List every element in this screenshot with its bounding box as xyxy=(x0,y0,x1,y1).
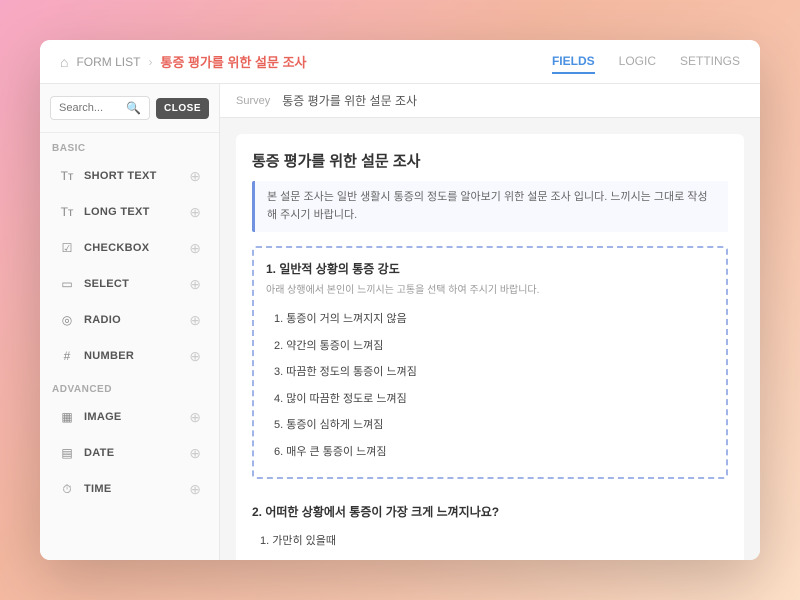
number-label: NUMBER xyxy=(84,350,134,362)
long-text-add-icon[interactable]: ⊕ xyxy=(189,205,201,219)
tab-logic[interactable]: LOGIC xyxy=(619,50,656,74)
image-add-icon[interactable]: ⊕ xyxy=(189,410,201,424)
select-add-icon[interactable]: ⊕ xyxy=(189,277,201,291)
field-item-radio[interactable]: ◎ RADIO ⊕ xyxy=(46,303,213,337)
question-1-title: 1. 일반적 상황의 통증 강도 xyxy=(266,260,714,277)
image-icon: ▦ xyxy=(58,408,76,426)
short-text-add-icon[interactable]: ⊕ xyxy=(189,169,201,183)
tab-fields[interactable]: FIELDS xyxy=(552,50,595,74)
tab-settings[interactable]: SETTINGS xyxy=(680,50,740,74)
radio-label: RADIO xyxy=(84,314,121,326)
field-item-checkbox[interactable]: ☑ CHECKBOX ⊕ xyxy=(46,231,213,265)
breadcrumb: ⌂ FORM LIST › 통증 평가를 위한 설문 조사 xyxy=(60,52,307,71)
long-text-label: LONG TEXT xyxy=(84,206,150,218)
field-item-long-text[interactable]: Tт LONG TEXT ⊕ xyxy=(46,195,213,229)
long-text-icon: Tт xyxy=(58,203,76,221)
app-window: ⌂ FORM LIST › 통증 평가를 위한 설문 조사 FIELDS LOG… xyxy=(40,40,760,560)
checkbox-add-icon[interactable]: ⊕ xyxy=(189,241,201,255)
current-form-title: 통증 평가를 위한 설문 조사 xyxy=(160,52,306,71)
date-icon: ▤ xyxy=(58,444,76,462)
search-input-wrap: 🔍 xyxy=(50,96,150,120)
section-basic-label: Basic xyxy=(40,133,219,158)
question-2-option-2[interactable]: 2. 움직일때 xyxy=(252,555,728,560)
field-item-time[interactable]: ⏱ TIME ⊕ xyxy=(46,472,213,506)
question-1-option-4[interactable]: 4. 많이 따끔한 정도로 느껴짐 xyxy=(266,386,714,413)
field-item-date[interactable]: ▤ DATE ⊕ xyxy=(46,436,213,470)
checkbox-icon: ☑ xyxy=(58,239,76,257)
time-label: TIME xyxy=(84,483,111,495)
field-item-short-text[interactable]: Tт SHORT TEXT ⊕ xyxy=(46,159,213,193)
header-tabs: FIELDS LOGIC SETTINGS xyxy=(552,50,740,74)
question-1-option-2[interactable]: 2. 약간의 통증이 느껴짐 xyxy=(266,333,714,360)
question-block-1: 1. 일반적 상황의 통증 강도 아래 상행에서 본인이 느끼시는 고통을 선택… xyxy=(252,246,728,479)
radio-add-icon[interactable]: ⊕ xyxy=(189,313,201,327)
question-1-subtitle: 아래 상행에서 본인이 느끼시는 고통을 선택 하여 주시기 바랍니다. xyxy=(266,281,714,296)
field-item-select[interactable]: ▭ SELECT ⊕ xyxy=(46,267,213,301)
date-label: DATE xyxy=(84,447,114,459)
field-item-image[interactable]: ▦ IMAGE ⊕ xyxy=(46,400,213,434)
main-content: Survey 통증 평가를 위한 설문 조사 통증 평가를 위한 설문 조사 본… xyxy=(220,84,760,560)
search-icon-button[interactable]: 🔍 xyxy=(126,101,141,115)
survey-body: 통증 평가를 위한 설문 조사 본 설문 조사는 일반 생활시 통증의 정도를 … xyxy=(220,118,760,560)
select-label: SELECT xyxy=(84,278,129,290)
survey-bar-title: 통증 평가를 위한 설문 조사 xyxy=(282,92,417,109)
short-text-icon: Tт xyxy=(58,167,76,185)
radio-icon: ◎ xyxy=(58,311,76,329)
checkbox-label: CHECKBOX xyxy=(84,242,149,254)
question-1-option-5[interactable]: 5. 통증이 심하게 느껴짐 xyxy=(266,412,714,439)
number-icon: # xyxy=(58,347,76,365)
survey-main-title: 통증 평가를 위한 설문 조사 xyxy=(252,150,728,171)
question-2-option-1[interactable]: 1. 가만히 있을때 xyxy=(252,528,728,555)
question-1-option-1[interactable]: 1. 통증이 거의 느껴지지 않음 xyxy=(266,306,714,333)
time-icon: ⏱ xyxy=(58,480,76,498)
section-advanced-label: Advanced xyxy=(40,374,219,399)
time-add-icon[interactable]: ⊕ xyxy=(189,482,201,496)
body: 🔍 CLOSE Basic Tт SHORT TEXT ⊕ Tт LONG TE… xyxy=(40,84,760,560)
survey-bar-label: Survey xyxy=(236,95,270,107)
breadcrumb-separator: › xyxy=(148,55,152,69)
survey-header-bar: Survey 통증 평가를 위한 설문 조사 xyxy=(220,84,760,118)
survey-description: 본 설문 조사는 일반 생활시 통증의 정도를 알아보기 위한 설문 조사 입니… xyxy=(252,181,728,232)
question-1-option-6[interactable]: 6. 매우 큰 통증이 느껴짐 xyxy=(266,439,714,466)
date-add-icon[interactable]: ⊕ xyxy=(189,446,201,460)
select-icon: ▭ xyxy=(58,275,76,293)
image-label: IMAGE xyxy=(84,411,122,423)
home-icon[interactable]: ⌂ xyxy=(60,54,68,70)
header: ⌂ FORM LIST › 통증 평가를 위한 설문 조사 FIELDS LOG… xyxy=(40,40,760,84)
survey-card: 통증 평가를 위한 설문 조사 본 설문 조사는 일반 생활시 통증의 정도를 … xyxy=(236,134,744,560)
close-button[interactable]: CLOSE xyxy=(156,98,209,119)
question-2-title: 2. 어떠한 상황에서 통증이 가장 크게 느껴지나요? xyxy=(252,503,728,520)
form-list-link[interactable]: FORM LIST xyxy=(76,55,140,69)
question-1-option-3[interactable]: 3. 따끔한 정도의 통증이 느껴짐 xyxy=(266,359,714,386)
short-text-label: SHORT TEXT xyxy=(84,170,157,182)
search-area: 🔍 CLOSE xyxy=(40,84,219,133)
sidebar: 🔍 CLOSE Basic Tт SHORT TEXT ⊕ Tт LONG TE… xyxy=(40,84,220,560)
question-block-2: 2. 어떠한 상황에서 통증이 가장 크게 느껴지나요? 1. 가만히 있을때 … xyxy=(252,491,728,560)
number-add-icon[interactable]: ⊕ xyxy=(189,349,201,363)
field-item-number[interactable]: # NUMBER ⊕ xyxy=(46,339,213,373)
search-input[interactable] xyxy=(59,102,122,114)
